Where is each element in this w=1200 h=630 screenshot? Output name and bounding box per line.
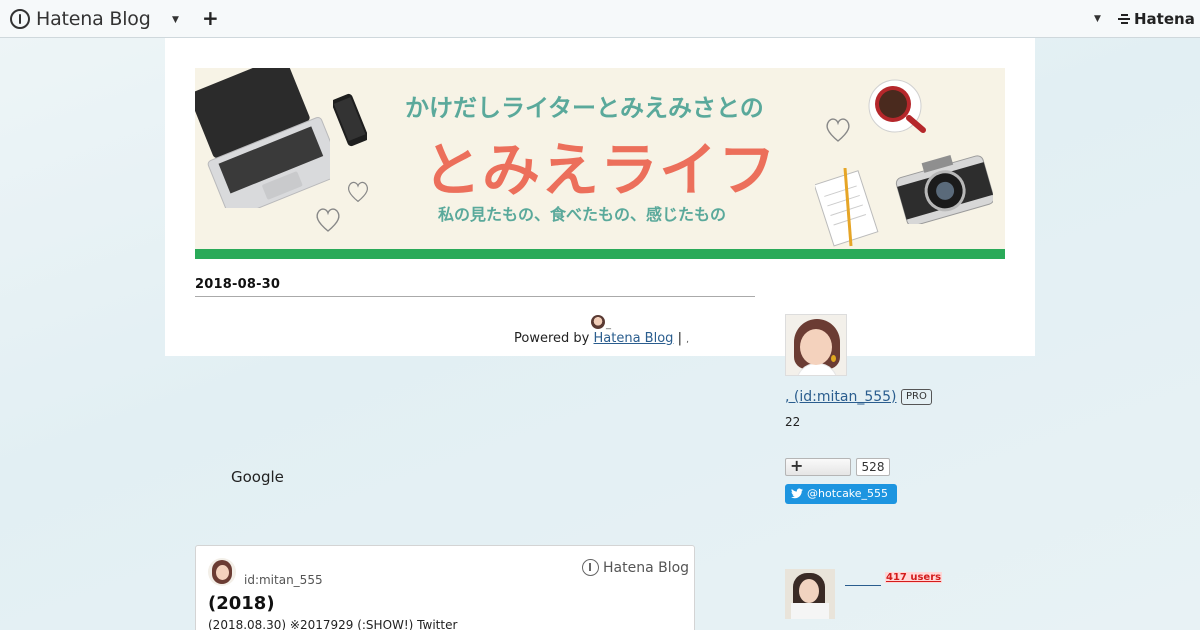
- powered-by-text: Powered by: [514, 331, 590, 346]
- blog-menu-caret-icon[interactable]: ▼: [172, 15, 179, 25]
- footer-trailing: ,: [686, 335, 689, 345]
- mini-avatar-caption: _: [606, 319, 611, 330]
- twitter-handle: @hotcake_555: [807, 487, 889, 500]
- powered-by-footer: Powered by Hatena Blog | ,: [514, 331, 689, 346]
- blog-header-banner[interactable]: かけだしライターとみえみさとの とみえライフ 私の見たもの、食べたもの、感じたも…: [195, 68, 1005, 259]
- twitter-bird-icon: [791, 488, 803, 499]
- blog-title: とみえライフ: [423, 136, 778, 204]
- hatena-logo[interactable]: Hatena: [1118, 10, 1195, 28]
- date-divider: [195, 296, 755, 297]
- card-logo-text: Hatena Blog: [603, 559, 690, 576]
- profile-count: 22: [785, 415, 801, 429]
- follower-count[interactable]: 528: [856, 458, 890, 476]
- post-date[interactable]: 2018-08-30: [195, 277, 280, 292]
- hatena-blog-link[interactable]: Hatena Blog: [594, 331, 674, 346]
- header-subtitle: 私の見たもの、食べたもの、感じたもの: [438, 205, 727, 224]
- top-bar: Hatena Blog ▼ + ▼ Hatena: [0, 0, 1200, 38]
- footer-separator: |: [677, 331, 682, 346]
- twitter-follow-button[interactable]: @hotcake_555: [785, 484, 897, 504]
- embedded-blog-card[interactable]: id:mitan_555 Hatena Blog (2018) (2018.08…: [195, 545, 695, 630]
- hatena-blog-logo-icon: [10, 9, 30, 29]
- header-tagline: かけだしライターとみえみさとの: [405, 94, 764, 122]
- user-menu-caret-icon[interactable]: ▼: [1094, 14, 1101, 24]
- camera-icon: [895, 154, 993, 224]
- card-title[interactable]: (2018): [208, 593, 275, 614]
- pro-badge: PRO: [901, 389, 932, 405]
- card-description: (2018.08.30) ※2017929 (:SHOW!) Twitter: [208, 618, 458, 630]
- hatena-blog-logo[interactable]: Hatena Blog: [10, 7, 151, 31]
- smartphone-icon: [333, 93, 367, 147]
- laptop-icon: [195, 68, 330, 208]
- add-post-button[interactable]: +: [202, 6, 219, 30]
- follower-thumbnail[interactable]: [785, 569, 835, 619]
- google-ad-label: Google: [231, 468, 284, 486]
- hatena-logo-text: Hatena: [1134, 10, 1195, 28]
- card-hatena-logo-icon: [582, 559, 599, 576]
- heart-doodle-icon: [826, 118, 850, 142]
- card-author-avatar[interactable]: [208, 558, 236, 586]
- notebook-pencil-icon: [815, 168, 879, 247]
- profile-name-link[interactable]: , (id:mitan_555): [785, 389, 897, 405]
- profile-avatar[interactable]: [785, 314, 847, 376]
- author-mini-avatar[interactable]: [591, 315, 605, 329]
- bookmark-users-badge[interactable]: 417 users: [885, 572, 943, 583]
- follower-blog-link[interactable]: [845, 576, 881, 586]
- header-accent-bar: [195, 249, 1005, 259]
- logo-text: Hatena Blog: [36, 8, 151, 30]
- card-hatena-blog-logo[interactable]: Hatena Blog: [582, 559, 689, 576]
- heart-doodle-icon: [316, 208, 340, 232]
- coffee-cup-icon: [868, 79, 926, 133]
- hatena-mark-icon: [1118, 13, 1130, 25]
- follow-plus-icon: +: [790, 456, 804, 475]
- follow-button[interactable]: +: [785, 456, 851, 476]
- heart-doodle-icon: [348, 181, 368, 203]
- card-user-id[interactable]: id:mitan_555: [244, 573, 323, 587]
